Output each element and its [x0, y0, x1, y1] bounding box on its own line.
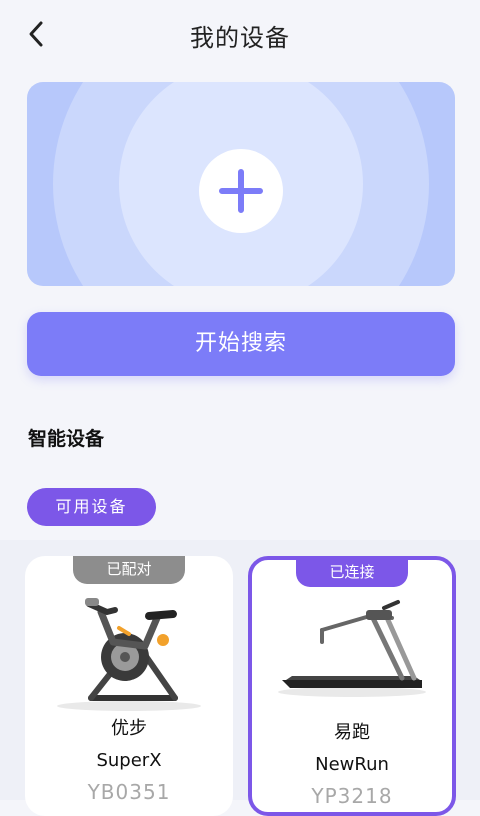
device-serial: YP3218	[311, 784, 393, 808]
exercise-bike-image	[57, 598, 201, 711]
add-device-button[interactable]	[199, 149, 283, 233]
plus-icon	[219, 169, 263, 213]
tab-available-devices[interactable]: 可用设备	[27, 488, 156, 526]
header: 我的设备	[0, 0, 480, 72]
add-device-banner	[27, 82, 455, 286]
start-search-button[interactable]: 开始搜索	[27, 312, 455, 376]
device-model: NewRun	[315, 754, 389, 775]
device-brand: 优步	[111, 718, 147, 739]
section-title: 智能设备	[28, 428, 105, 450]
status-badge: 已配对	[73, 556, 185, 584]
device-model: SuperX	[96, 750, 162, 771]
device-card[interactable]: 已配对 优步 SuperX YB0351	[25, 556, 233, 816]
status-badge: 已连接	[296, 560, 408, 587]
treadmill-image	[278, 600, 426, 697]
page-title: 我的设备	[190, 24, 290, 52]
device-card[interactable]: 已连接 易跑 NewRun YP3218	[248, 556, 456, 816]
device-brand: 易跑	[334, 722, 370, 743]
device-serial: YB0351	[87, 780, 171, 804]
